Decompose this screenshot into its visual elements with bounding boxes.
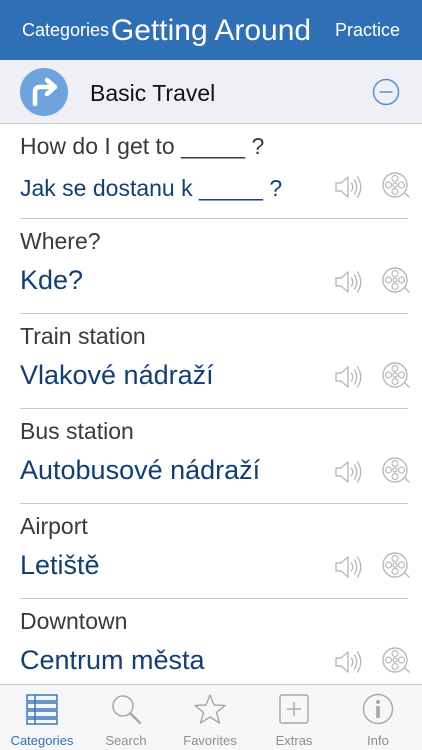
- speaker-icon[interactable]: [333, 648, 363, 676]
- tab-search[interactable]: Search: [84, 685, 168, 750]
- speaker-icon[interactable]: [333, 363, 363, 391]
- tab-label: Info: [367, 733, 389, 748]
- list-grid-icon: [26, 693, 58, 725]
- film-reel-icon[interactable]: [381, 361, 411, 391]
- speaker-icon[interactable]: [333, 458, 363, 486]
- tab-label: Extras: [275, 733, 313, 748]
- phrase-czech: Letiště: [20, 550, 100, 580]
- phrase-czech: Centrum města: [20, 645, 205, 675]
- turn-right-arrow-icon: [20, 68, 68, 116]
- phrase-czech: Jak se dostanu k _____ ?: [20, 175, 283, 201]
- phrase-english: Downtown: [20, 608, 128, 634]
- tab-label: Favorites: [183, 733, 237, 748]
- magnifier-icon: [110, 693, 142, 725]
- phrase-row[interactable]: How do I get to _____ ? Jak se dostanu k…: [0, 124, 422, 219]
- plus-square-icon: [278, 693, 310, 725]
- phrase-english: Airport: [20, 513, 88, 539]
- section-header-basic-travel[interactable]: Basic Travel: [0, 60, 422, 124]
- phrase-english: How do I get to _____ ?: [20, 133, 265, 159]
- categories-back-button[interactable]: Categories: [22, 0, 109, 60]
- phrase-czech: Kde?: [20, 265, 84, 295]
- tab-label: Search: [105, 733, 147, 748]
- phrase-english: Bus station: [20, 418, 134, 444]
- info-circle-icon: [362, 693, 394, 725]
- phrase-row[interactable]: Airport Letiště: [0, 504, 422, 599]
- star-icon: [194, 693, 226, 725]
- speaker-icon[interactable]: [333, 268, 363, 296]
- phrase-row[interactable]: Downtown Centrum města: [0, 599, 422, 694]
- tab-bar: Categories Search Favorites Extras Info: [0, 684, 422, 750]
- film-reel-icon[interactable]: [381, 266, 411, 296]
- phrase-czech: Autobusové nádraží: [20, 455, 261, 485]
- film-reel-icon[interactable]: [381, 171, 411, 201]
- phrase-czech: Vlakové nádraží: [20, 360, 214, 390]
- navigation-bar: Categories Getting Around Practice: [0, 0, 422, 60]
- speaker-icon[interactable]: [333, 173, 363, 201]
- speaker-icon[interactable]: [333, 553, 363, 581]
- film-reel-icon[interactable]: [381, 551, 411, 581]
- tab-extras[interactable]: Extras: [252, 685, 336, 750]
- practice-button[interactable]: Practice: [335, 0, 400, 60]
- minus-circle-icon[interactable]: [372, 78, 400, 106]
- film-reel-icon[interactable]: [381, 646, 411, 676]
- phrase-english: Train station: [20, 323, 146, 349]
- tab-info[interactable]: Info: [336, 685, 420, 750]
- film-reel-icon[interactable]: [381, 456, 411, 486]
- tab-label: Categories: [10, 733, 74, 748]
- phrase-english: Where?: [20, 228, 101, 254]
- tab-categories[interactable]: Categories: [0, 685, 84, 750]
- phrase-row[interactable]: Bus station Autobusové nádraží: [0, 409, 422, 504]
- tab-favorites[interactable]: Favorites: [168, 685, 252, 750]
- section-title: Basic Travel: [90, 80, 216, 106]
- phrase-row[interactable]: Train station Vlakové nádraží: [0, 314, 422, 409]
- phrase-row[interactable]: Where? Kde?: [0, 219, 422, 314]
